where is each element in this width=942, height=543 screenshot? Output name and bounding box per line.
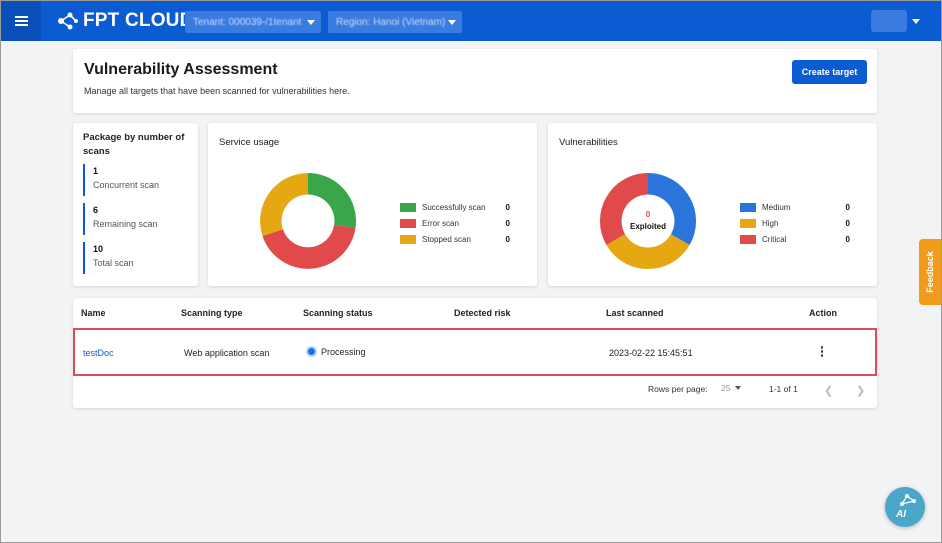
package-card: Package by number of scans 1 Concurrent … — [73, 123, 198, 286]
create-target-button[interactable]: Create target — [792, 60, 867, 84]
last-scanned-cell: 2023-02-22 15:45:51 — [609, 348, 693, 358]
service-usage-legend: Successfully scan 0 Error scan 0 Stopped… — [400, 199, 510, 247]
service-usage-card: Service usage Successfully scan 0 Error … — [208, 123, 537, 286]
stat-value: 10 — [93, 244, 104, 254]
top-navbar: FPT CLOUD Tenant: 000039-/1tenant Region… — [1, 1, 941, 41]
fpt-cloud-logo[interactable]: FPT CLOUD — [57, 10, 194, 32]
menu-icon — [14, 16, 28, 26]
previous-page-icon[interactable]: ❮ — [824, 384, 833, 397]
user-avatar[interactable] — [871, 10, 907, 32]
ai-assistant-button[interactable]: AI — [885, 487, 925, 527]
legend-item: Critical 0 — [740, 231, 850, 247]
legend-item: High 0 — [740, 215, 850, 231]
service-usage-title: Service usage — [219, 137, 280, 148]
vulnerabilities-title: Vulnerabilities — [559, 137, 618, 148]
legend-swatch — [740, 234, 756, 244]
logo-text: FPT CLOUD — [83, 10, 194, 31]
legend-label: High — [762, 218, 779, 228]
legend-item: Successfully scan 0 — [400, 199, 510, 215]
stat-remaining-scan: 6 Remaining scan — [83, 203, 158, 235]
row-actions-kebab-icon[interactable] — [819, 346, 825, 358]
tenant-select-value: Tenant: 000039-/1tenant — [193, 16, 302, 28]
legend-value: 0 — [845, 202, 850, 212]
targets-table: Name Scanning type Scanning status Detec… — [73, 298, 877, 408]
hamburger-menu-button[interactable] — [1, 1, 41, 41]
vulnerabilities-donut-chart: 0 Exploited — [599, 172, 697, 270]
page-title: Vulnerability Assessment — [84, 61, 278, 78]
legend-label: Stopped scan — [422, 234, 471, 244]
legend-item: Stopped scan 0 — [400, 231, 510, 247]
region-select-value: Region: Hanoi (Vietnam) — [336, 16, 446, 28]
user-menu-chevron-icon[interactable] — [912, 19, 920, 24]
column-header-detected-risk[interactable]: Detected risk — [454, 308, 511, 318]
target-name-link[interactable]: testDoc — [83, 348, 114, 358]
legend-swatch — [400, 234, 416, 244]
chevron-down-icon — [307, 19, 315, 25]
vulnerabilities-card: Vulnerabilities 0 Exploited Medium 0 Hig… — [548, 123, 877, 286]
chevron-down-icon — [735, 386, 742, 390]
region-select[interactable]: Region: Hanoi (Vietnam) — [328, 11, 462, 33]
rows-per-page-label: Rows per page: — [648, 384, 708, 394]
stat-concurrent-scan: 1 Concurrent scan — [83, 164, 159, 196]
scanning-status-text: Processing — [321, 346, 366, 357]
donut-segment-success — [308, 173, 357, 228]
stat-value: 6 — [93, 205, 99, 215]
package-title: Package by number of scans — [83, 132, 185, 157]
ai-label: AI — [896, 509, 906, 520]
legend-swatch — [400, 202, 416, 212]
donut-segment-high — [606, 234, 690, 270]
legend-value: 0 — [505, 202, 510, 212]
page-subtitle: Manage all targets that have been scanne… — [84, 86, 350, 96]
processing-status-icon — [306, 346, 317, 357]
stat-value: 1 — [93, 166, 99, 176]
legend-value: 0 — [505, 218, 510, 228]
donut-segment-critical — [599, 173, 648, 245]
donut-segment-stopped — [260, 173, 308, 236]
legend-value: 0 — [505, 234, 510, 244]
stat-total-scan: 10 Total scan — [83, 242, 134, 274]
legend-label: Medium — [762, 202, 791, 212]
legend-item: Medium 0 — [740, 199, 850, 215]
column-header-last-scanned[interactable]: Last scanned — [606, 308, 664, 318]
rows-per-page-select[interactable]: 25 — [721, 383, 742, 393]
legend-value: 0 — [845, 218, 850, 228]
feedback-label: Feedback — [925, 251, 935, 293]
exploited-label: Exploited — [630, 222, 666, 231]
chevron-down-icon — [448, 19, 456, 25]
scanning-status-cell: Processing — [306, 346, 366, 357]
legend-swatch — [740, 218, 756, 228]
column-header-scanning-status[interactable]: Scanning status — [303, 308, 373, 318]
stat-label: Concurrent scan — [93, 180, 160, 190]
rows-per-page-value: 25 — [721, 383, 731, 393]
vulnerabilities-legend: Medium 0 High 0 Critical 0 — [740, 199, 850, 247]
service-usage-donut-chart — [260, 173, 357, 269]
feedback-tab[interactable]: Feedback — [919, 239, 941, 305]
cloud-network-icon — [58, 12, 78, 30]
tenant-select[interactable]: Tenant: 000039-/1tenant — [185, 11, 321, 33]
column-header-scanning-type[interactable]: Scanning type — [181, 308, 243, 318]
legend-value: 0 — [845, 234, 850, 244]
ai-network-icon — [900, 494, 916, 506]
next-page-icon[interactable]: ❯ — [856, 384, 865, 397]
pagination-range: 1-1 of 1 — [769, 384, 798, 394]
legend-item: Error scan 0 — [400, 215, 510, 231]
legend-swatch — [400, 218, 416, 228]
exploited-count: 0 — [646, 210, 651, 219]
stat-label: Remaining scan — [93, 219, 158, 229]
legend-label: Successfully scan — [422, 202, 486, 212]
scanning-type-cell: Web application scan — [184, 348, 270, 358]
donut-segment-medium — [648, 172, 697, 245]
column-header-action: Action — [809, 308, 837, 318]
stat-label: Total scan — [93, 258, 134, 268]
legend-label: Error scan — [422, 218, 459, 228]
legend-swatch — [740, 202, 756, 212]
column-header-name[interactable]: Name — [81, 308, 106, 318]
page-header-card: Vulnerability Assessment Manage all targ… — [73, 49, 877, 113]
legend-label: Critical — [762, 234, 787, 244]
